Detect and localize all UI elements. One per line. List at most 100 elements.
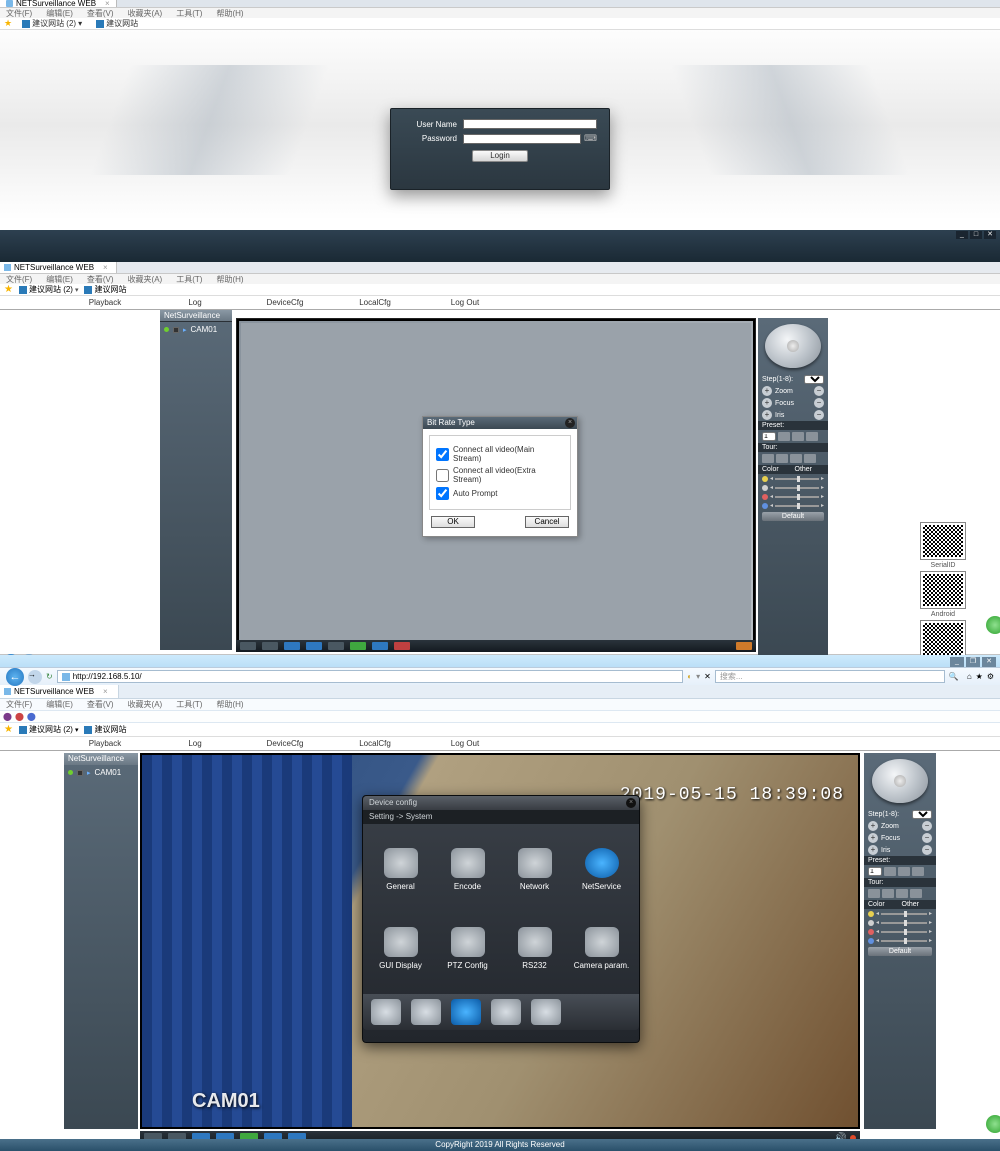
dialog-close[interactable]: ×: [565, 418, 575, 428]
menu-tools[interactable]: 工具(T): [176, 699, 202, 710]
opt-main-stream[interactable]: [436, 448, 449, 461]
tour-play[interactable]: [882, 889, 894, 898]
zoom-in[interactable]: +: [762, 386, 772, 396]
dialog-close[interactable]: ×: [626, 798, 636, 808]
zoom-out[interactable]: −: [814, 386, 824, 396]
nav-localcfg[interactable]: LocalCfg: [330, 737, 420, 750]
nav-playback[interactable]: Playback: [60, 296, 150, 309]
contrast-slider[interactable]: [881, 922, 927, 924]
hue-slider[interactable]: [775, 505, 819, 507]
menu-view[interactable]: 查看(V): [87, 699, 114, 710]
menu-tools[interactable]: 工具(T): [176, 8, 202, 19]
minimize-button[interactable]: _: [956, 231, 968, 239]
foot-advanced[interactable]: [491, 999, 521, 1025]
cfg-rs232[interactable]: RS232: [501, 909, 568, 988]
browser-tab[interactable]: NETSurveillance WEB ×: [0, 0, 117, 7]
focus-out[interactable]: −: [922, 833, 932, 843]
restore-button[interactable]: ❐: [966, 657, 980, 667]
focus-in[interactable]: +: [762, 398, 772, 408]
fullscreen-icon[interactable]: [240, 642, 256, 650]
default-button[interactable]: Default: [868, 947, 932, 956]
snapshot-icon[interactable]: [328, 642, 344, 650]
favorites-icon[interactable]: ★: [4, 284, 13, 295]
other-tab[interactable]: Other: [902, 901, 933, 908]
foot-system[interactable]: [451, 999, 481, 1025]
ptz-wheel[interactable]: [872, 759, 928, 803]
preset-del[interactable]: [898, 867, 910, 876]
record-icon[interactable]: [350, 642, 366, 650]
iris-out[interactable]: −: [922, 845, 932, 855]
nav-log[interactable]: Log: [150, 737, 240, 750]
suggested-sites-1[interactable]: 建议网站 (2)▾: [19, 284, 79, 295]
color-tab[interactable]: Color: [762, 466, 792, 473]
cfg-general[interactable]: General: [367, 830, 434, 909]
cancel-button[interactable]: Cancel: [525, 516, 569, 528]
maximize-button[interactable]: □: [970, 231, 982, 239]
minimize-button[interactable]: _: [950, 657, 964, 667]
keyboard-icon[interactable]: ⌨: [584, 133, 597, 144]
menu-file[interactable]: 文件(F): [6, 8, 32, 19]
stop-all-icon[interactable]: [394, 642, 410, 650]
camera-item[interactable]: ▸ CAM01: [160, 322, 232, 337]
foot-alarm[interactable]: [411, 999, 441, 1025]
menu-tools[interactable]: 工具(T): [176, 274, 202, 285]
brightness-slider[interactable]: [881, 913, 927, 915]
menu-help[interactable]: 帮助(H): [216, 699, 243, 710]
tour-next[interactable]: [896, 889, 908, 898]
tour-grid[interactable]: [804, 454, 816, 463]
menu-edit[interactable]: 编辑(E): [46, 8, 73, 19]
favorites-icon[interactable]: ★: [4, 18, 12, 29]
cfg-gui[interactable]: GUI Display: [367, 909, 434, 988]
cfg-camera[interactable]: Camera param.: [568, 909, 635, 988]
other-tab[interactable]: Other: [795, 466, 825, 473]
step-select[interactable]: 5: [912, 810, 932, 819]
favorites-icon[interactable]: ★: [4, 724, 13, 735]
tour-grid[interactable]: [910, 889, 922, 898]
slider-dec[interactable]: ◂: [770, 484, 773, 491]
suggested-sites-2[interactable]: 建议网站: [84, 284, 126, 295]
tour-next[interactable]: [790, 454, 802, 463]
back-button[interactable]: ←: [6, 668, 24, 686]
brightness-slider[interactable]: [775, 478, 819, 480]
hue-slider[interactable]: [881, 940, 927, 942]
close-icon[interactable]: ×: [103, 263, 108, 272]
assistant-icon[interactable]: [986, 616, 1000, 634]
forward-button[interactable]: →: [28, 670, 42, 684]
suggested-sites-2[interactable]: 建议网站: [92, 18, 142, 29]
preset-del[interactable]: [792, 432, 804, 441]
menu-edit[interactable]: 编辑(E): [46, 274, 73, 285]
nav-logout[interactable]: Log Out: [420, 296, 510, 309]
ptz-wheel[interactable]: [765, 324, 821, 368]
focus-in[interactable]: +: [868, 833, 878, 843]
search-field[interactable]: 搜索...: [715, 670, 945, 683]
contrast-slider[interactable]: [775, 487, 819, 489]
slider-dec[interactable]: ◂: [770, 475, 773, 482]
iris-in[interactable]: +: [868, 845, 878, 855]
saturation-slider[interactable]: [775, 496, 819, 498]
close-button[interactable]: ✕: [982, 657, 996, 667]
places-item[interactable]: ⬤: [15, 712, 24, 721]
suggested-sites-1[interactable]: 建议网站 (2)▾: [18, 18, 86, 29]
talk-icon[interactable]: [372, 642, 388, 650]
menu-file[interactable]: 文件(F): [6, 699, 32, 710]
assistant-icon[interactable]: [986, 1115, 1000, 1133]
preset-num[interactable]: [762, 432, 776, 441]
username-input[interactable]: [463, 119, 597, 129]
tour-prev[interactable]: [762, 454, 774, 463]
slider-inc[interactable]: ▸: [821, 493, 824, 500]
menu-help[interactable]: 帮助(H): [216, 274, 243, 285]
browser-tab[interactable]: NETSurveillance WEB ×: [0, 262, 117, 273]
tour-prev[interactable]: [868, 889, 880, 898]
slider-inc[interactable]: ▸: [821, 475, 824, 482]
layout-4-icon[interactable]: [284, 642, 300, 650]
camera-item[interactable]: ▸ CAM01: [64, 765, 138, 780]
record-icon[interactable]: [77, 770, 83, 776]
layout-9-icon[interactable]: [306, 642, 322, 650]
iris-in[interactable]: +: [762, 410, 772, 420]
focus-out[interactable]: −: [814, 398, 824, 408]
cfg-netservice[interactable]: NetService: [568, 830, 635, 909]
nav-localcfg[interactable]: LocalCfg: [330, 296, 420, 309]
tour-play[interactable]: [776, 454, 788, 463]
star-icon[interactable]: ★: [976, 672, 983, 681]
nav-logout[interactable]: Log Out: [420, 737, 510, 750]
